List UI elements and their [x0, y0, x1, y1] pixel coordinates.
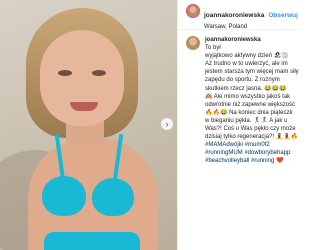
caption-line: Aż trudno w to uwierzyć, ale im — [205, 61, 288, 68]
caption-line: w bieganiu pękła. 🏃‍♀️🏃‍♀️ A jak u — [205, 117, 288, 124]
post-location[interactable]: Warsaw, Poland — [204, 24, 298, 31]
caption-line: 🙈 Ale mimo wszystko jakoś tak — [205, 93, 291, 100]
hashtag-line[interactable]: #beachvolleyball #running ❤️ — [205, 157, 299, 165]
bikini-top-left — [42, 176, 86, 216]
post-header: joannakoroniewska Obserwuj Warsaw, Poland — [178, 0, 300, 30]
caption-text: joannakoroniewska To był wyjątkowo aktyw… — [205, 36, 299, 166]
caption-avatar[interactable] — [186, 36, 200, 50]
caption-username[interactable]: joannakoroniewska — [205, 36, 299, 44]
caption-line: skutkiem rzecz jasna. 😂😂😂 — [205, 85, 287, 92]
chevron-right-icon[interactable]: › — [161, 118, 173, 130]
post-header-text: joannakoroniewska Obserwuj Warsaw, Poland — [204, 4, 298, 30]
follow-button[interactable]: Obserwuj — [268, 12, 298, 19]
photo-face — [40, 30, 124, 126]
post-side-panel: joannakoroniewska Obserwuj Warsaw, Poland… — [177, 0, 300, 250]
caption-line: odwrotnie niż zapewne większość — [205, 101, 296, 108]
hashtag-line[interactable]: #MAMAdwójki #mum0f2 — [205, 141, 299, 149]
post-username[interactable]: joannakoroniewska — [204, 12, 264, 19]
photo-eye-left — [58, 70, 72, 76]
bikini-top-right — [92, 178, 134, 216]
caption-line: jestem starsza tym więcej mam siły — [205, 69, 299, 76]
caption-line: To był — [205, 45, 221, 52]
caption-line: 🔥🔥😂 Na koniec dnia piąteczk — [205, 109, 293, 116]
caption-line: wyjątkowo aktywny dzień 🏖🏐 — [205, 53, 289, 60]
post-photo[interactable]: › — [0, 0, 177, 250]
bikini-bottom — [44, 232, 140, 250]
hashtag-line[interactable]: #runningMUM #dowborybehapp — [205, 149, 299, 157]
avatar[interactable] — [186, 4, 200, 18]
photo-eye-right — [92, 70, 106, 76]
caption-line: Was?! Coś u Was pękło czy może — [205, 126, 296, 133]
caption-line: dzisiaj tylko regeneracja?! 🧘‍♀️🧘‍♀️🔥 — [205, 134, 299, 141]
caption-line: zapędu do sportu. Z rożnym — [205, 77, 280, 84]
caption-comment: joannakoroniewska To był wyjątkowo aktyw… — [178, 30, 300, 166]
